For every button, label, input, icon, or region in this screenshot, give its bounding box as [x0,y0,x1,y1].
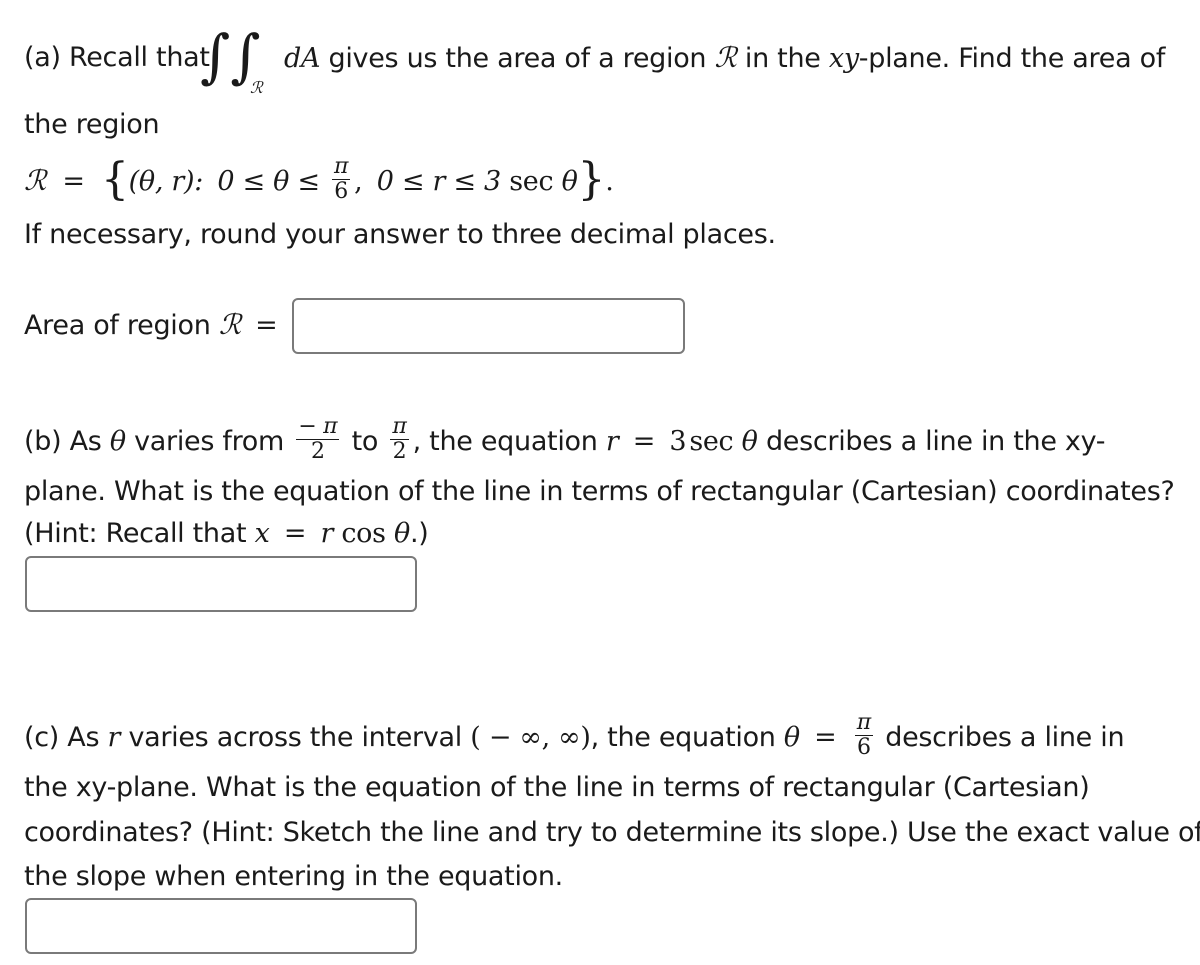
coefficient: 3 [669,426,687,457]
theta-condition: 0 ≤ θ ≤ [217,166,320,197]
fraction-numerator: π [390,414,409,440]
part-a-label-text: (a) Recall that [24,42,210,73]
part-b-text: to [351,426,379,457]
part-a-intro-rest: dA gives us the area of a region ℛ in th… [284,42,1165,75]
double-integral-symbol: ∫∫ [200,22,261,90]
part-a-text: gives us the area of a region [328,43,707,74]
fraction-denominator: 2 [310,439,325,464]
fraction-denominator: 2 [392,439,407,464]
pi-over-2-fraction: π 2 [390,414,409,464]
part-a-text: in the [744,43,821,74]
fraction-denominator: 6 [334,179,348,204]
equals-sign: = [255,310,278,341]
part-b-text: , the equation [412,426,598,457]
fraction-numerator: π [854,710,873,736]
part-c-line4: the slope when entering in the equation. [24,861,563,892]
part-a-text: -plane. Find the area of [858,43,1166,74]
theta-symbol: θ [109,426,126,457]
hint-text: .) [409,518,429,549]
theta-r-pair: (θ, r): [128,166,204,197]
fraction-numerator: − π [296,414,340,440]
rounding-note: If necessary, round your answer to three… [24,219,776,250]
differential-dA: dA [284,43,321,74]
sec-function: sec [689,426,734,457]
theta-symbol: θ [783,722,800,753]
part-a-line2: the region [24,109,160,140]
part-c-line2: the xy-plane. What is the equation of th… [24,772,1090,803]
fraction-numerator: π [332,154,351,180]
part-c-text: describes a line in [885,722,1125,753]
part-b-hint: (Hint: Recall that x = r cos θ.) [24,518,429,550]
part-b-text: varies from [134,426,285,457]
cos-function: cos [341,518,386,549]
period: . [605,166,614,197]
region-symbol: ℛ [24,164,47,197]
r-symbol: r [320,518,334,549]
equals-sign: = [814,722,837,753]
theta-symbol: θ [393,518,410,549]
hint-text: (Hint: Recall that [24,518,247,549]
equals-sign: = [283,518,307,549]
part-c-text: , the equation [590,722,776,753]
equals-sign: = [632,426,656,457]
comma: , [354,166,363,197]
xy-symbol: xy [828,43,859,74]
equals-sign: = [62,166,85,197]
area-label-text: Area of region [24,310,211,341]
part-a-intro-line: (a) Recall that [24,42,210,74]
part-c-text: varies across the interval [128,722,462,753]
pi-over-6-fraction: π 6 [854,710,873,760]
part-b-text: (b) As [24,426,102,457]
line-equation-b-input[interactable] [25,556,417,612]
sec-function: sec [509,166,554,197]
region-set-definition: ℛ = {(θ, r): 0 ≤ θ ≤ π 6 , 0 ≤ r ≤ 3 sec… [24,154,614,207]
part-b-intro-line: (b) As θ varies from − π 2 to π 2 , the … [24,414,1106,467]
part-b-text: describes a line in the xy- [765,426,1106,457]
part-c-intro-line: (c) As r varies across the interval ( − … [24,710,1125,763]
close-brace: } [577,153,606,205]
pi-over-6-fraction: π 6 [332,154,351,204]
interval-notation: ( − ∞, ∞) [470,722,591,753]
area-answer-input[interactable] [292,298,685,354]
line-equation-c-input[interactable] [25,898,417,954]
theta-symbol: θ [561,166,578,197]
r-symbol: r [605,426,619,457]
x-symbol: x [254,518,270,549]
r-condition: 0 ≤ r ≤ 3 [376,166,501,197]
r-symbol: r [107,722,121,753]
neg-pi-over-2-fraction: − π 2 [296,414,340,464]
open-brace: { [100,153,129,205]
part-c-line3: coordinates? (Hint: Sketch the line and … [24,817,1200,848]
region-symbol: ℛ [218,308,241,341]
integral-subscript-region: ℛ [250,78,263,97]
part-c-text: (c) As [24,722,100,753]
area-answer-label: Area of region ℛ = [24,308,278,342]
region-symbol: ℛ [714,41,737,74]
theta-symbol: θ [741,426,758,457]
fraction-denominator: 6 [857,735,871,760]
part-b-line2: plane. What is the equation of the line … [24,476,1175,507]
